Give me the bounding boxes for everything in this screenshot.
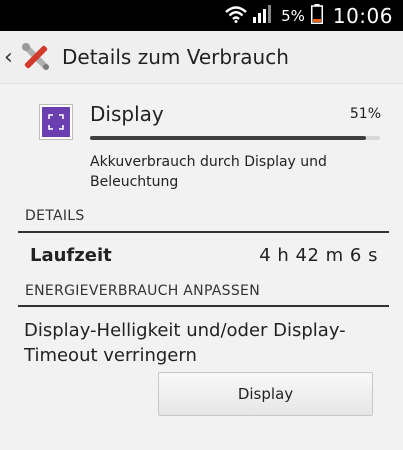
- battery-icon: [310, 3, 323, 28]
- detail-label: Laufzeit: [30, 244, 112, 266]
- detail-value: 4 h 42 m 6 s: [259, 244, 378, 266]
- display-settings-button[interactable]: Display: [158, 372, 373, 416]
- wifi-icon: [225, 5, 247, 27]
- usage-bar-fill: [90, 136, 366, 140]
- section-divider: [18, 231, 389, 233]
- status-icons: 5% 10:06: [225, 0, 393, 31]
- detail-row-runtime: Laufzeit 4 h 42 m 6 s: [30, 241, 378, 269]
- section-divider: [18, 305, 389, 307]
- usage-item-name: Display: [90, 102, 164, 126]
- signal-icon: [253, 4, 273, 27]
- page-title: Details zum Verbrauch: [62, 45, 289, 69]
- content-area: Display 51%: [0, 83, 403, 146]
- section-header-details: DETAILS: [25, 208, 85, 224]
- display-icon: [40, 105, 72, 139]
- action-bar: ‹ Details zum Verbrauch: [0, 31, 403, 84]
- clock: 10:06: [332, 3, 393, 28]
- settings-tools-icon[interactable]: [18, 39, 54, 75]
- usage-percent: 51%: [349, 106, 381, 122]
- usage-bar: [90, 136, 380, 140]
- section-header-adjust: ENERGIEVERBRAUCH ANPASSEN: [25, 283, 260, 299]
- usage-description: Akkuverbrauch durch Display und Beleucht…: [90, 154, 327, 190]
- status-bar: 5% 10:06: [0, 0, 403, 31]
- back-caret-icon[interactable]: ‹: [4, 45, 16, 70]
- battery-percent: 5%: [281, 6, 305, 25]
- usage-item: Display 51%: [0, 83, 403, 146]
- advice-text: Display-Helligkeit und/oder Display-Time…: [24, 320, 346, 366]
